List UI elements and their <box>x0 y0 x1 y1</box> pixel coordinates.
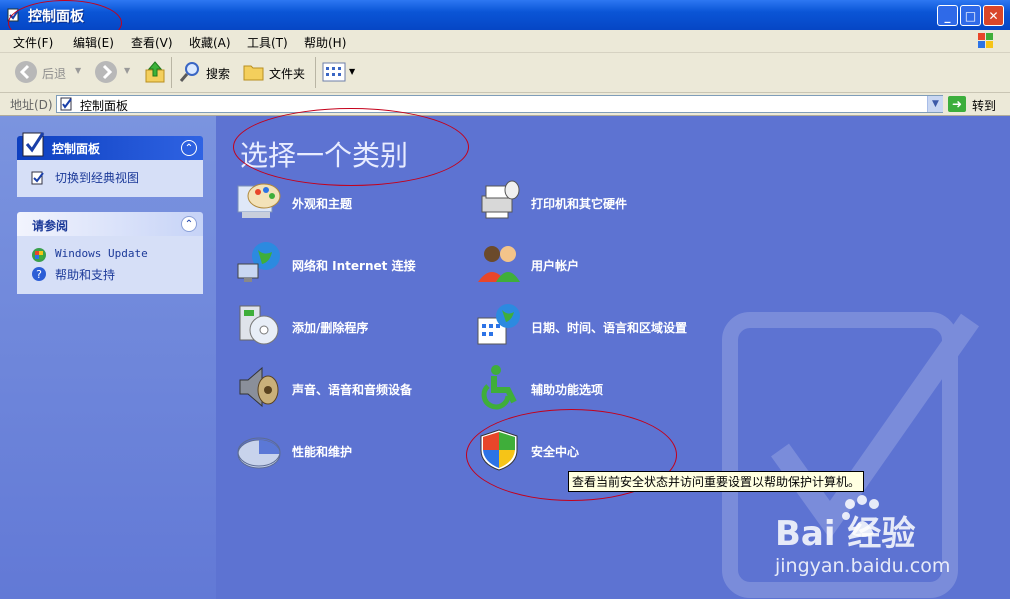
forward-dropdown-icon[interactable]: ▼ <box>124 66 130 75</box>
go-button[interactable]: 转到 <box>972 97 996 114</box>
up-folder-icon[interactable] <box>144 60 166 84</box>
add-remove-icon[interactable] <box>236 302 282 348</box>
address-input[interactable] <box>56 95 943 113</box>
minimize-button[interactable]: _ <box>937 5 958 26</box>
back-arrow-icon[interactable] <box>14 60 38 84</box>
category-printers-link[interactable]: 打印机和其它硬件 <box>531 195 627 212</box>
accessibility-icon[interactable] <box>476 364 522 410</box>
switch-classic-view-link[interactable]: 切换到经典视图 <box>55 169 139 186</box>
folders-icon[interactable] <box>243 61 265 83</box>
back-button[interactable]: 后退 <box>42 65 66 82</box>
menu-favorites[interactable]: 收藏(A) <box>189 34 231 51</box>
network-icon[interactable] <box>236 240 282 286</box>
category-accessibility-link[interactable]: 辅助功能选项 <box>531 381 603 398</box>
go-arrow-icon[interactable]: ➜ <box>948 96 966 112</box>
menu-file[interactable]: 文件(F) <box>13 34 53 51</box>
watermark-url: jingyan.baidu.com <box>775 555 951 577</box>
back-dropdown-icon[interactable]: ▼ <box>75 66 81 75</box>
address-label: 地址(D) <box>10 98 53 112</box>
control-panel-icon <box>60 97 72 111</box>
menu-view[interactable]: 查看(V) <box>131 34 173 51</box>
category-sounds-link[interactable]: 声音、语音和音频设备 <box>292 381 412 398</box>
collapse-chevron-icon[interactable]: ⌃ <box>181 140 197 156</box>
see-also-title: 请参阅 <box>32 219 69 233</box>
category-appearance-link[interactable]: 外观和主题 <box>292 195 352 212</box>
help-icon: ? <box>32 267 46 281</box>
users-icon[interactable] <box>476 240 522 286</box>
windows-logo-icon <box>978 33 993 48</box>
menu-tools[interactable]: 工具(T) <box>247 34 288 51</box>
title-bar[interactable] <box>0 0 1010 30</box>
views-icon[interactable] <box>322 62 346 82</box>
see-also-section-body <box>17 236 203 294</box>
address-dropdown-icon[interactable]: ▼ <box>927 96 943 112</box>
classic-view-icon <box>31 171 44 185</box>
baidu-paw-icon <box>842 495 879 537</box>
performance-icon[interactable] <box>236 426 282 472</box>
category-add-remove-programs-link[interactable]: 添加/删除程序 <box>292 319 368 336</box>
windows-update-link[interactable]: Windows Update <box>55 247 148 260</box>
control-panel-large-icon <box>22 132 45 157</box>
appearance-icon[interactable] <box>236 178 282 224</box>
views-dropdown-icon[interactable]: ▼ <box>349 67 355 76</box>
windows-update-icon <box>32 248 46 262</box>
close-button[interactable]: ✕ <box>983 5 1004 26</box>
category-date-time-language-link[interactable]: 日期、时间、语言和区域设置 <box>531 319 687 336</box>
category-network-link[interactable]: 网络和 Internet 连接 <box>292 257 416 274</box>
sound-icon[interactable] <box>236 364 282 410</box>
annotation-ellipse-heading <box>233 108 469 186</box>
menu-edit[interactable]: 编辑(E) <box>73 34 114 51</box>
help-support-link[interactable]: 帮助和支持 <box>55 266 115 283</box>
category-user-accounts-link[interactable]: 用户帐户 <box>531 257 579 274</box>
folders-button[interactable]: 文件夹 <box>269 65 305 82</box>
menu-help[interactable]: 帮助(H) <box>304 34 346 51</box>
maximize-button[interactable]: □ <box>960 5 981 26</box>
control-panel-section-title: 控制面板 <box>52 142 101 156</box>
toolbar-separator <box>315 57 316 88</box>
collapse-chevron-icon[interactable]: ⌃ <box>181 216 197 232</box>
security-tooltip: 查看当前安全状态并访问重要设置以帮助保护计算机。 <box>568 471 865 492</box>
printer-icon[interactable] <box>476 178 522 224</box>
category-performance-link[interactable]: 性能和维护 <box>292 443 352 460</box>
search-icon[interactable] <box>178 60 202 84</box>
search-button[interactable]: 搜索 <box>206 65 230 82</box>
svg-text:?: ? <box>36 268 42 281</box>
address-value: 控制面板 <box>80 99 129 113</box>
forward-arrow-icon[interactable] <box>94 60 118 84</box>
date-time-icon[interactable] <box>476 302 522 348</box>
toolbar-separator <box>171 57 172 88</box>
